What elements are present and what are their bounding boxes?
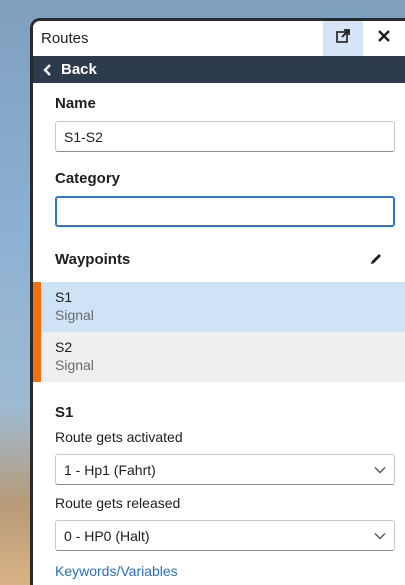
keywords-variables-link[interactable]: Keywords/Variables	[33, 563, 405, 579]
popout-button[interactable]	[323, 21, 363, 56]
close-icon	[377, 29, 391, 48]
routes-panel: Routes Back Name S1-S2 Category Waypoint…	[30, 18, 405, 585]
released-select[interactable]: 0 - HP0 (Halt)	[55, 520, 395, 551]
activated-label: Route gets activated	[55, 429, 183, 445]
waypoint-name: S2	[55, 339, 73, 355]
waypoint-list: S1 Signal S2 Signal	[33, 282, 405, 382]
activated-select[interactable]: 1 - Hp1 (Fahrt)	[55, 454, 395, 485]
close-button[interactable]	[363, 21, 405, 56]
name-field[interactable]	[55, 121, 395, 152]
pencil-icon[interactable]	[369, 252, 383, 266]
category-field[interactable]	[55, 196, 395, 227]
detail-title: S1	[55, 404, 74, 421]
route-form: Name Category Waypoints S1 Signal S2	[33, 95, 405, 579]
waypoint-marker	[33, 332, 41, 382]
waypoint-type: Signal	[55, 357, 94, 373]
waypoints-header: Waypoints	[33, 246, 405, 272]
chevron-down-icon	[374, 466, 386, 474]
waypoint-item-s2[interactable]: S2 Signal	[33, 332, 405, 382]
released-value: 0 - HP0 (Halt)	[64, 527, 150, 544]
chevron-left-icon	[43, 63, 53, 76]
waypoint-item-s1[interactable]: S1 Signal	[33, 282, 405, 332]
activated-value: 1 - Hp1 (Fahrt)	[64, 461, 156, 478]
category-label: Category	[55, 170, 121, 187]
name-label: Name	[55, 95, 96, 112]
waypoint-name: S1	[55, 289, 73, 305]
popout-icon	[335, 28, 351, 49]
window-title: Routes	[41, 30, 89, 47]
released-label: Route gets released	[55, 495, 181, 511]
waypoint-type: Signal	[55, 307, 94, 323]
title-bar: Routes	[33, 21, 405, 56]
chevron-down-icon	[374, 532, 386, 540]
back-button[interactable]: Back	[33, 56, 405, 83]
waypoint-marker	[33, 282, 41, 332]
back-label: Back	[61, 61, 97, 78]
waypoints-label: Waypoints	[55, 250, 131, 268]
